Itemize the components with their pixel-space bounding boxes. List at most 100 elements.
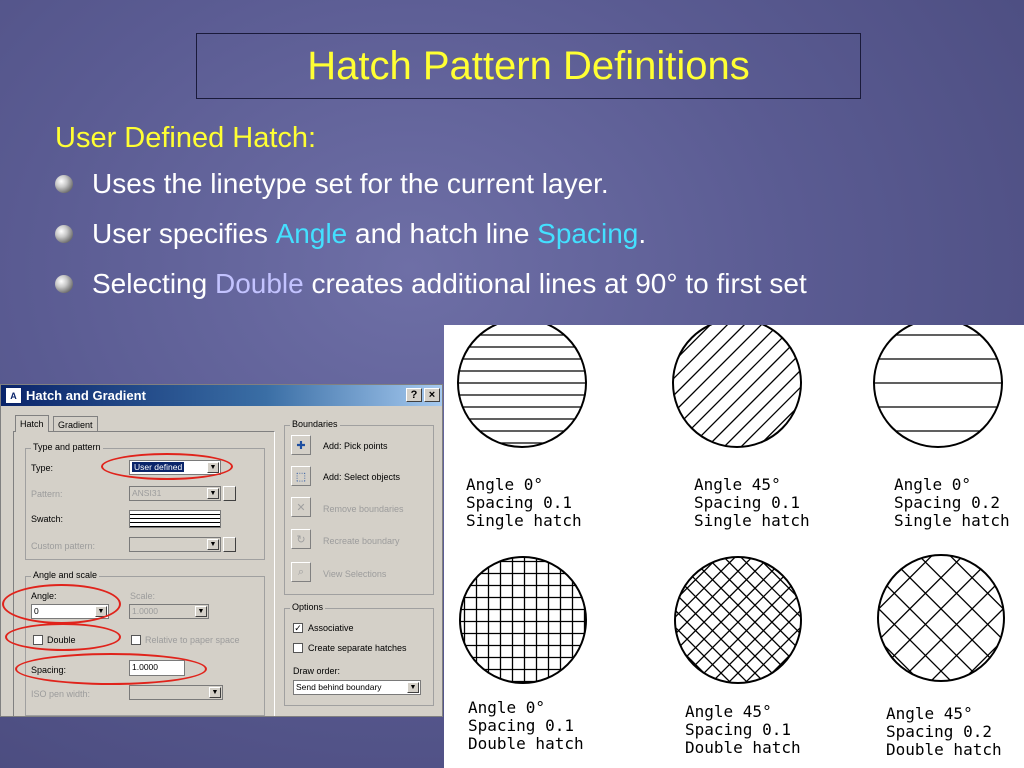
hatch-gradient-dialog: A Hatch and Gradient ? × Hatch Gradient … <box>0 384 443 717</box>
hatch-line <box>675 557 801 683</box>
bullet-2-angle: Angle <box>275 218 348 249</box>
draw-order-select[interactable]: Send behind boundary ▼ <box>293 680 421 695</box>
example-caption-1: Angle 0° Spacing 0.1 Single hatch <box>466 476 582 530</box>
caption-2-type: Single hatch <box>694 511 810 530</box>
hatch-line <box>675 557 801 683</box>
hatch-line <box>675 557 801 683</box>
recreate-boundary-icon[interactable]: ↻ <box>291 529 311 549</box>
tab-gradient[interactable]: Gradient <box>53 416 98 432</box>
chevron-down-icon[interactable]: ▼ <box>209 687 221 698</box>
bullet-3: Selecting Double creates additional line… <box>55 268 807 300</box>
example-caption-6: Angle 45° Spacing 0.2 Double hatch <box>886 705 1002 759</box>
hatch-circle-4 <box>459 556 587 684</box>
chevron-down-icon[interactable]: ▼ <box>95 606 107 617</box>
select-objects-icon[interactable]: ⬚ <box>291 466 311 486</box>
hatch-line <box>673 325 801 447</box>
caption-6-type: Double hatch <box>886 740 1002 759</box>
caption-5-type: Double hatch <box>685 738 801 757</box>
chevron-down-icon[interactable]: ▼ <box>207 539 219 550</box>
hatch-lines-1 <box>458 334 586 444</box>
caption-4-angle: Angle 0° <box>468 698 546 717</box>
bullet-2: User specifies Angle and hatch line Spac… <box>55 218 646 250</box>
custom-pattern-label: Custom pattern: <box>31 541 96 551</box>
iso-pen-select[interactable]: ▼ <box>129 685 223 700</box>
type-pattern-group-title: Type and pattern <box>31 442 103 452</box>
pattern-select[interactable]: ANSI31 ▼ <box>129 486 221 501</box>
caption-1-spacing: Spacing 0.1 <box>466 493 572 512</box>
caption-2-spacing: Spacing 0.1 <box>694 493 800 512</box>
type-select[interactable]: User defined ▼ <box>129 460 221 475</box>
angle-scale-group-title: Angle and scale <box>31 570 100 580</box>
associative-checkbox[interactable]: ✓ <box>293 623 303 633</box>
swatch-preview[interactable] <box>129 510 221 528</box>
double-label: Double <box>47 635 76 645</box>
hatch-circle-6 <box>877 554 1005 682</box>
slide-title: Hatch Pattern Definitions <box>307 43 750 88</box>
pattern-browse-button[interactable] <box>223 486 236 501</box>
caption-4-spacing: Spacing 0.1 <box>468 716 574 735</box>
add-select-objects-button[interactable]: Add: Select objects <box>323 472 400 482</box>
draw-order-label: Draw order: <box>293 666 341 676</box>
bullet-1-text: Uses the linetype set for the current la… <box>92 168 609 199</box>
hatch-line <box>675 557 801 683</box>
add-pick-points-button[interactable]: Add: Pick points <box>323 441 388 451</box>
pattern-select-value: ANSI31 <box>132 488 162 498</box>
associative-label: Associative <box>308 623 354 633</box>
separate-hatches-checkbox[interactable] <box>293 643 303 653</box>
chevron-down-icon[interactable]: ▼ <box>207 488 219 499</box>
custom-pattern-browse-button[interactable] <box>223 537 236 552</box>
caption-6-angle: Angle 45° <box>886 704 973 723</box>
caption-1-angle: Angle 0° <box>466 475 544 494</box>
caption-5-angle: Angle 45° <box>685 702 772 721</box>
type-select-value: User defined <box>132 462 185 472</box>
chevron-down-icon[interactable]: ▼ <box>207 462 219 473</box>
bullet-3-post: creates additional lines at 90° to first… <box>303 268 807 299</box>
type-label: Type: <box>31 463 54 473</box>
bullet-dot-icon <box>55 275 73 293</box>
angle-select[interactable]: 0 ▼ <box>31 604 109 619</box>
dialog-title: Hatch and Gradient <box>26 388 146 403</box>
example-caption-3: Angle 0° Spacing 0.2 Single hatch <box>894 476 1010 530</box>
close-button[interactable]: × <box>424 388 440 402</box>
bullet-dot-icon <box>55 225 73 243</box>
remove-boundaries-button[interactable]: Remove boundaries <box>323 504 404 514</box>
slide-title-box: Hatch Pattern Definitions <box>196 33 861 99</box>
tab-hatch[interactable]: Hatch <box>15 415 49 432</box>
recreate-boundary-button[interactable]: Recreate boundary <box>323 536 400 546</box>
swatch-label: Swatch: <box>31 514 64 524</box>
example-caption-4: Angle 0° Spacing 0.1 Double hatch <box>468 699 584 753</box>
double-checkbox[interactable] <box>33 635 43 645</box>
pick-points-icon[interactable]: ✚ <box>291 435 311 455</box>
caption-4-type: Double hatch <box>468 734 584 753</box>
draw-order-value: Send behind boundary <box>296 682 382 692</box>
help-button[interactable]: ? <box>406 388 422 402</box>
hatch-line <box>673 325 769 415</box>
remove-boundaries-icon[interactable]: ✕ <box>291 497 311 517</box>
caption-6-spacing: Spacing 0.2 <box>886 722 992 741</box>
hatch-line <box>673 325 778 424</box>
scale-select[interactable]: 1.0000 ▼ <box>129 604 209 619</box>
scale-label: Scale: <box>130 591 156 601</box>
caption-2-angle: Angle 45° <box>694 475 781 494</box>
chevron-down-icon[interactable]: ▼ <box>195 606 207 617</box>
hatch-line <box>673 325 801 447</box>
custom-pattern-select[interactable]: ▼ <box>129 537 221 552</box>
bullet-3-pre: Selecting <box>92 268 215 299</box>
relative-paper-checkbox[interactable] <box>131 635 141 645</box>
autocad-app-icon: A <box>5 387 22 404</box>
hatch-line <box>673 325 801 447</box>
spacing-input[interactable]: 1.0000 <box>129 660 185 676</box>
angle-label: Angle: <box>31 591 57 601</box>
caption-3-type: Single hatch <box>894 511 1010 530</box>
view-selections-button[interactable]: View Selections <box>323 569 386 579</box>
pattern-label: Pattern: <box>31 489 63 499</box>
magnifier-icon[interactable]: ⌕ <box>291 562 311 582</box>
scale-select-value: 1.0000 <box>132 606 158 616</box>
example-caption-5: Angle 45° Spacing 0.1 Double hatch <box>685 703 801 757</box>
options-group-title: Options <box>290 602 326 612</box>
dialog-titlebar: A Hatch and Gradient ? × <box>1 385 442 406</box>
caption-1-type: Single hatch <box>466 511 582 530</box>
hatch-line <box>675 557 801 683</box>
chevron-down-icon[interactable]: ▼ <box>407 682 419 693</box>
hatch-line <box>673 325 786 432</box>
